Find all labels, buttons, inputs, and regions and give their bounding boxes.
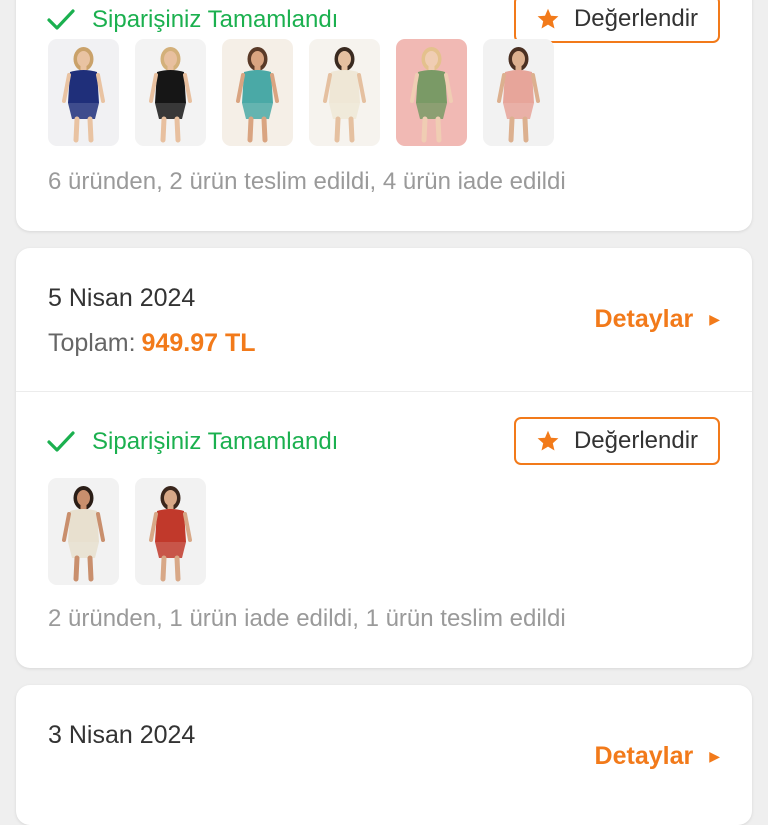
order-header: 5 Nisan 2024 Toplam: 949.97 TL Detaylar ▶ xyxy=(16,248,752,392)
order-total-label: Toplam: xyxy=(48,329,136,357)
order-summary: 2 üründen, 1 ürün iade edildi, 1 ürün te… xyxy=(48,605,566,632)
order-summary: 6 üründen, 2 ürün teslim edildi, 4 ürün … xyxy=(48,168,566,195)
product-thumbnail[interactable] xyxy=(135,39,206,146)
floral-shirt-set-photo xyxy=(236,47,279,143)
order-items-section: Siparişiniz Tamamlandı Değerlendir 6 ürü… xyxy=(16,0,752,231)
order-total: Toplam: 949.97 TL xyxy=(48,329,256,358)
cream-crochet-top-photo xyxy=(323,47,366,143)
product-thumbnail[interactable] xyxy=(309,39,380,146)
order-total-amount: 949.97 TL xyxy=(141,329,256,357)
order-card: 5 Nisan 2024 Toplam: 949.97 TL Detaylar ▶… xyxy=(16,248,752,668)
order-status-label: Siparişiniz Tamamlandı xyxy=(92,428,339,455)
order-date: 3 Nisan 2024 xyxy=(48,721,196,749)
beige-vest-set-photo xyxy=(62,486,105,582)
product-thumbnail[interactable] xyxy=(222,39,293,146)
order-status: Siparişiniz Tamamlandı xyxy=(46,6,338,34)
order-status: Siparişiniz Tamamlandı xyxy=(46,428,338,456)
product-thumbnails xyxy=(48,478,206,585)
details-label: Detaylar xyxy=(594,742,694,770)
order-date: 5 Nisan 2024 xyxy=(48,284,196,312)
product-thumbnail[interactable] xyxy=(48,39,119,146)
floral-skirt-photo xyxy=(410,47,453,143)
star-icon xyxy=(537,8,559,29)
product-thumbnail[interactable] xyxy=(396,39,467,146)
details-label: Detaylar xyxy=(594,305,694,333)
details-link[interactable]: Detaylar ▶ xyxy=(595,305,720,334)
rate-button[interactable]: Değerlendir xyxy=(514,0,720,43)
order-status-label: Siparişiniz Tamamlandı xyxy=(92,6,339,33)
product-thumbnail[interactable] xyxy=(48,478,119,585)
details-link[interactable]: Detaylar ▶ xyxy=(595,742,720,771)
checkmark-icon xyxy=(47,431,75,452)
product-thumbnails xyxy=(48,39,554,146)
order-card: 3 Nisan 2024 Detaylar ▶ xyxy=(16,685,752,825)
star-icon xyxy=(537,430,559,451)
order-card: Siparişiniz Tamamlandı Değerlendir 6 ürü… xyxy=(16,0,752,231)
rate-button-label: Değerlendir xyxy=(573,5,699,32)
order-items-section: Siparişiniz Tamamlandı Değerlendir 2 ürü… xyxy=(16,392,752,668)
checkmark-icon xyxy=(47,9,75,30)
red-button-dress-photo xyxy=(149,486,192,582)
black-knit-dress-photo xyxy=(149,47,192,143)
caret-right-icon: ▶ xyxy=(709,311,720,327)
order-header: 3 Nisan 2024 Detaylar ▶ xyxy=(16,685,752,825)
floral-shorts-photo xyxy=(497,47,540,143)
rate-button[interactable]: Değerlendir xyxy=(514,417,720,465)
product-thumbnail[interactable] xyxy=(483,39,554,146)
rate-button-label: Değerlendir xyxy=(573,427,699,454)
navy-knit-dress-photo xyxy=(62,47,105,143)
caret-right-icon: ▶ xyxy=(709,748,720,764)
product-thumbnail[interactable] xyxy=(135,478,206,585)
